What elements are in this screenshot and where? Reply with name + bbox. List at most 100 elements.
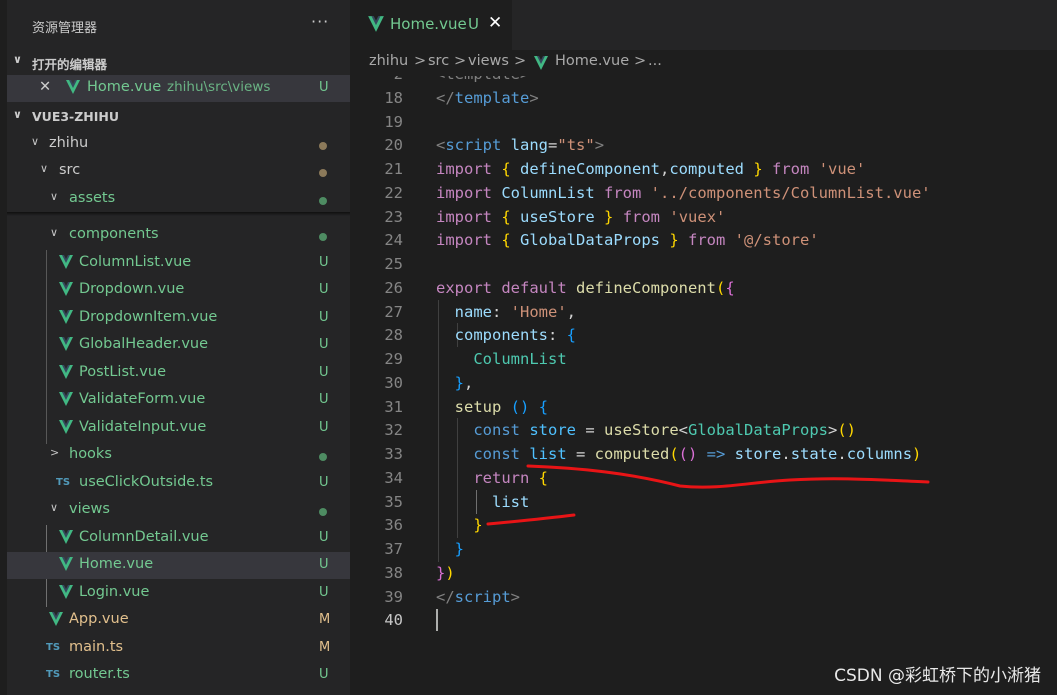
line-number: 35 [384, 493, 403, 511]
code-line: name: 'Home', [436, 303, 577, 321]
git-status-badge: M [319, 612, 331, 627]
tree-file-useclickoutside[interactable]: TS useClickOutside.ts U [7, 470, 350, 497]
vue-file-icon [49, 612, 63, 626]
tree-file-login[interactable]: Login.vue U [7, 580, 350, 607]
code-line: <script lang="ts"> [436, 136, 605, 154]
open-editors-label: 打开的编辑器 [32, 57, 108, 72]
modified-dot-icon [319, 142, 327, 150]
code-line: export default defineComponent({ [436, 279, 735, 297]
git-status-badge: U [319, 530, 329, 545]
git-status-badge: M [319, 640, 331, 655]
tree-folder-assets[interactable]: ∨ assets [7, 186, 350, 212]
file-label: Home.vue [79, 556, 154, 572]
breadcrumb-item[interactable]: views [468, 53, 509, 69]
code-line: } [473, 516, 483, 534]
tree-file-router[interactable]: TS router.ts U [7, 662, 350, 689]
tree-file-app[interactable]: App.vue M [7, 607, 350, 634]
breadcrumb-item[interactable]: zhihu [369, 53, 408, 69]
vue-file-icon [59, 392, 73, 406]
explorer-sidebar: 资源管理器 ··· ∨ 打开的编辑器 ✕ Home.vue zhihu\src\… [0, 0, 350, 695]
breadcrumb-item[interactable]: ... [648, 53, 662, 69]
vue-file-icon [59, 310, 73, 324]
more-actions-icon[interactable]: ··· [311, 12, 329, 31]
editor-tab-bar: Home.vue U ✕ [350, 0, 1057, 50]
git-status-badge: U [319, 365, 329, 380]
line-number: 39 [384, 588, 403, 606]
code-line: const list = computed(() => store.state.… [436, 445, 922, 463]
chevron-down-icon: ∨ [50, 226, 59, 239]
chevron-right-icon: > [634, 53, 647, 69]
file-label: PostList.vue [79, 364, 166, 380]
untracked-dot-icon [319, 453, 327, 461]
vue-file-icon [59, 530, 73, 544]
tree-file-validateform[interactable]: ValidateForm.vue U [7, 387, 350, 414]
line-number: 24 [384, 231, 403, 249]
chevron-down-icon: ∨ [50, 501, 59, 514]
vue-file-icon [66, 80, 80, 94]
tree-folder-hooks[interactable]: > hooks [7, 442, 350, 469]
tree-file-validateinput[interactable]: ValidateInput.vue U [7, 415, 350, 442]
sticky-scroll-shadow [7, 212, 350, 216]
tab-home-vue[interactable]: Home.vue U ✕ [350, 0, 512, 50]
code-line: </script> [436, 588, 521, 606]
tree-file-main[interactable]: TS main.ts M [7, 635, 350, 662]
tree-file-dropdown[interactable]: Dropdown.vue U [7, 277, 350, 304]
code-line: import { GlobalDataProps } from '@/store… [436, 231, 819, 249]
code-line: }) [436, 564, 455, 582]
explorer-title: 资源管理器 [32, 21, 98, 36]
folder-label: src [59, 162, 81, 178]
chevron-down-icon: ∨ [31, 135, 40, 148]
untracked-dot-icon [319, 197, 327, 205]
breadcrumb-item[interactable]: src [428, 53, 449, 69]
file-label: ColumnList.vue [79, 254, 192, 270]
tree-file-columnlist[interactable]: ColumnList.vue U [7, 250, 350, 277]
code-line: return { [436, 469, 549, 487]
tree-file-columndetail[interactable]: ColumnDetail.vue U [7, 525, 350, 552]
vue-file-icon [368, 16, 384, 32]
close-icon[interactable]: ✕ [39, 79, 51, 95]
code-line: <template> [436, 76, 529, 86]
tree-file-dropdownitem[interactable]: DropdownItem.vue U [7, 305, 350, 332]
line-number: 31 [384, 398, 403, 416]
folder-label: hooks [69, 446, 112, 462]
code-editor[interactable]: 2 <template> 18 19 20 21 22 23 24 25 26 … [350, 76, 1057, 695]
tree-folder-zhihu[interactable]: ∨ zhihu [7, 131, 350, 158]
git-status-badge: U [319, 392, 329, 407]
line-number: 33 [384, 445, 403, 463]
chevron-right-icon: > [454, 53, 467, 69]
vue-file-icon [59, 585, 73, 599]
file-label: App.vue [69, 611, 129, 627]
git-status-badge: U [319, 420, 329, 435]
code-line: list [436, 493, 530, 511]
chevron-down-icon: ∨ [40, 162, 49, 175]
code-line: }, [454, 374, 474, 392]
chevron-right-icon: > [414, 53, 427, 69]
tree-file-globalheader[interactable]: GlobalHeader.vue U [7, 332, 350, 359]
open-editor-path: zhihu\src\views [167, 79, 271, 95]
code-line: </template> [436, 89, 539, 107]
chevron-right-icon: > [514, 53, 527, 69]
open-editor-item-home[interactable]: ✕ Home.vue zhihu\src\views U [7, 75, 350, 102]
code-line: components: { [436, 326, 576, 344]
folder-label: assets [69, 190, 116, 206]
close-icon[interactable]: ✕ [488, 13, 502, 33]
untracked-dot-icon [319, 508, 327, 516]
tree-file-postlist[interactable]: PostList.vue U [7, 360, 350, 387]
line-number: 36 [384, 516, 403, 534]
breadcrumb-item[interactable]: Home.vue [555, 53, 629, 69]
open-editor-name: Home.vue [87, 79, 162, 95]
code-line: import { defineComponent,computed } from… [436, 160, 866, 178]
line-number: 32 [384, 421, 403, 439]
tree-folder-components[interactable]: ∨ components [7, 222, 350, 249]
project-section[interactable]: ∨ VUE3-ZHIHU [7, 103, 350, 130]
tree-file-home[interactable]: Home.vue U [7, 552, 350, 579]
chevron-down-icon: ∨ [13, 53, 22, 66]
chevron-down-icon: > [50, 446, 60, 459]
file-label: main.ts [69, 639, 124, 655]
line-number: 23 [384, 208, 403, 226]
typescript-file-icon: TS [46, 669, 61, 680]
tree-folder-views[interactable]: ∨ views [7, 497, 350, 524]
line-number: 28 [384, 326, 403, 344]
tree-folder-src[interactable]: ∨ src [7, 158, 350, 185]
open-editors-section[interactable]: ∨ 打开的编辑器 [7, 48, 350, 75]
